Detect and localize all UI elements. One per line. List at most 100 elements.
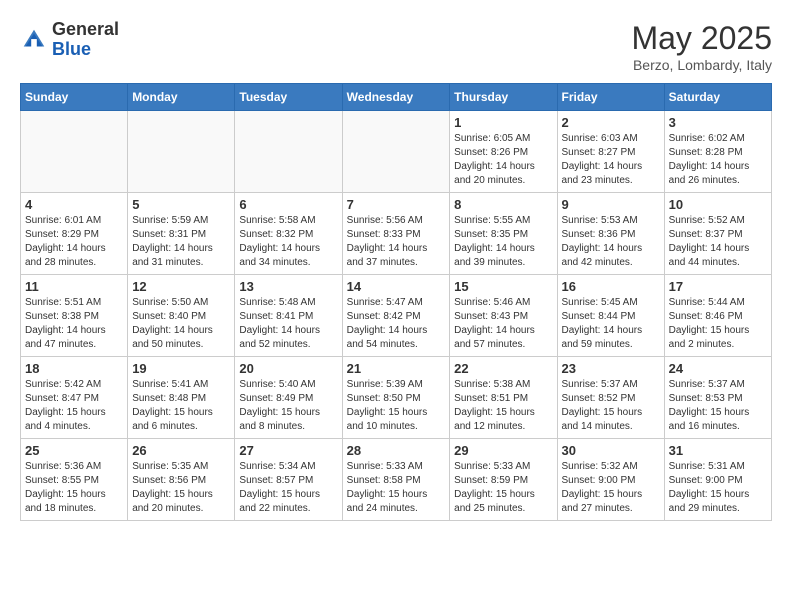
day-number: 3 — [669, 115, 767, 130]
calendar-day-cell: 10 Sunrise: 5:52 AM Sunset: 8:37 PM Dayli… — [664, 193, 771, 275]
day-info: Sunrise: 5:48 AM Sunset: 8:41 PM Dayligh… — [239, 296, 337, 352]
calendar-week-row: 1 Sunrise: 6:05 AM Sunset: 8:26 PM Daylig… — [21, 111, 772, 193]
day-info: Sunrise: 5:34 AM Sunset: 8:57 PM Dayligh… — [239, 460, 337, 516]
day-number: 12 — [132, 279, 230, 294]
day-info: Sunrise: 5:40 AM Sunset: 8:49 PM Dayligh… — [239, 378, 337, 434]
day-number: 26 — [132, 443, 230, 458]
day-number: 7 — [347, 197, 446, 212]
calendar-week-row: 18Sunrise: 5:42 AM Sunset: 8:47 PM Dayli… — [21, 357, 772, 439]
day-info: Sunrise: 5:35 AM Sunset: 8:56 PM Dayligh… — [132, 460, 230, 516]
calendar-day-cell: 19 Sunrise: 5:41 AM Sunset: 8:48 PM Dayli… — [128, 357, 235, 439]
day-number: 29 — [454, 443, 552, 458]
day-number: 27 — [239, 443, 337, 458]
day-number: 14 — [347, 279, 446, 294]
day-info: Sunrise: 5:38 AM Sunset: 8:51 PM Dayligh… — [454, 378, 552, 434]
day-info: Sunrise: 6:01 AM Sunset: 8:29 PM Dayligh… — [25, 214, 123, 270]
day-number: 17 — [669, 279, 767, 294]
calendar-day-cell: 13 Sunrise: 5:48 AM Sunset: 8:41 PM Dayli… — [235, 275, 342, 357]
day-info: Sunrise: 5:52 AM Sunset: 8:37 PM Dayligh… — [669, 214, 767, 270]
day-number: 24 — [669, 361, 767, 376]
calendar-day-cell — [235, 111, 342, 193]
day-info: Sunrise: 5:56 AM Sunset: 8:33 PM Dayligh… — [347, 214, 446, 270]
day-info: Sunrise: 5:41 AM Sunset: 8:48 PM Dayligh… — [132, 378, 230, 434]
day-info: Sunrise: 5:50 AM Sunset: 8:40 PM Dayligh… — [132, 296, 230, 352]
day-info: Sunrise: 5:36 AM Sunset: 8:55 PM Dayligh… — [25, 460, 123, 516]
calendar-table: SundayMondayTuesdayWednesdayThursdayFrid… — [20, 83, 772, 521]
calendar-week-row: 25Sunrise: 5:36 AM Sunset: 8:55 PM Dayli… — [21, 439, 772, 521]
calendar-day-cell: 26 Sunrise: 5:35 AM Sunset: 8:56 PM Dayli… — [128, 439, 235, 521]
logo-general: General — [52, 19, 119, 39]
day-number: 13 — [239, 279, 337, 294]
weekday-header: Saturday — [664, 84, 771, 111]
day-number: 15 — [454, 279, 552, 294]
day-info: Sunrise: 5:33 AM Sunset: 8:58 PM Dayligh… — [347, 460, 446, 516]
day-info: Sunrise: 5:58 AM Sunset: 8:32 PM Dayligh… — [239, 214, 337, 270]
calendar-week-row: 11Sunrise: 5:51 AM Sunset: 8:38 PM Dayli… — [21, 275, 772, 357]
calendar-day-cell — [128, 111, 235, 193]
day-info: Sunrise: 5:37 AM Sunset: 8:53 PM Dayligh… — [669, 378, 767, 434]
day-number: 1 — [454, 115, 552, 130]
calendar-day-cell: 29 Sunrise: 5:33 AM Sunset: 8:59 PM Dayli… — [450, 439, 557, 521]
logo: General Blue — [20, 20, 119, 60]
calendar-day-cell: 31Sunrise: 5:31 AM Sunset: 9:00 PM Dayli… — [664, 439, 771, 521]
weekday-header: Thursday — [450, 84, 557, 111]
calendar-day-cell: 5 Sunrise: 5:59 AM Sunset: 8:31 PM Daylig… — [128, 193, 235, 275]
calendar-day-cell — [342, 111, 450, 193]
calendar-day-cell: 14Sunrise: 5:47 AM Sunset: 8:42 PM Dayli… — [342, 275, 450, 357]
calendar-day-cell: 11Sunrise: 5:51 AM Sunset: 8:38 PM Dayli… — [21, 275, 128, 357]
title-block: May 2025 Berzo, Lombardy, Italy — [631, 20, 772, 73]
day-info: Sunrise: 5:33 AM Sunset: 8:59 PM Dayligh… — [454, 460, 552, 516]
calendar-day-cell: 4Sunrise: 6:01 AM Sunset: 8:29 PM Daylig… — [21, 193, 128, 275]
calendar-day-cell: 8Sunrise: 5:55 AM Sunset: 8:35 PM Daylig… — [450, 193, 557, 275]
calendar-day-cell: 6Sunrise: 5:58 AM Sunset: 8:32 PM Daylig… — [235, 193, 342, 275]
weekday-header: Tuesday — [235, 84, 342, 111]
calendar-day-cell: 25Sunrise: 5:36 AM Sunset: 8:55 PM Dayli… — [21, 439, 128, 521]
day-number: 23 — [562, 361, 660, 376]
day-number: 31 — [669, 443, 767, 458]
day-info: Sunrise: 5:51 AM Sunset: 8:38 PM Dayligh… — [25, 296, 123, 352]
day-info: Sunrise: 5:45 AM Sunset: 8:44 PM Dayligh… — [562, 296, 660, 352]
day-number: 5 — [132, 197, 230, 212]
day-info: Sunrise: 5:39 AM Sunset: 8:50 PM Dayligh… — [347, 378, 446, 434]
calendar-day-cell: 27 Sunrise: 5:34 AM Sunset: 8:57 PM Dayli… — [235, 439, 342, 521]
day-number: 21 — [347, 361, 446, 376]
day-info: Sunrise: 5:42 AM Sunset: 8:47 PM Dayligh… — [25, 378, 123, 434]
logo-text: General Blue — [52, 20, 119, 60]
calendar-day-cell: 30 Sunrise: 5:32 AM Sunset: 9:00 PM Dayli… — [557, 439, 664, 521]
day-number: 30 — [562, 443, 660, 458]
month-title: May 2025 — [631, 20, 772, 57]
calendar-day-cell — [21, 111, 128, 193]
weekday-header: Sunday — [21, 84, 128, 111]
calendar-day-cell: 21 Sunrise: 5:39 AM Sunset: 8:50 PM Dayli… — [342, 357, 450, 439]
calendar-day-cell: 20 Sunrise: 5:40 AM Sunset: 8:49 PM Dayli… — [235, 357, 342, 439]
location-subtitle: Berzo, Lombardy, Italy — [631, 57, 772, 73]
day-number: 22 — [454, 361, 552, 376]
calendar-day-cell: 23 Sunrise: 5:37 AM Sunset: 8:52 PM Dayli… — [557, 357, 664, 439]
day-number: 10 — [669, 197, 767, 212]
calendar-day-cell: 17Sunrise: 5:44 AM Sunset: 8:46 PM Dayli… — [664, 275, 771, 357]
weekday-header: Wednesday — [342, 84, 450, 111]
day-number: 16 — [562, 279, 660, 294]
day-number: 2 — [562, 115, 660, 130]
day-info: Sunrise: 6:05 AM Sunset: 8:26 PM Dayligh… — [454, 132, 552, 188]
day-number: 19 — [132, 361, 230, 376]
calendar-day-cell: 12 Sunrise: 5:50 AM Sunset: 8:40 PM Dayli… — [128, 275, 235, 357]
calendar-day-cell: 7 Sunrise: 5:56 AM Sunset: 8:33 PM Daylig… — [342, 193, 450, 275]
calendar-day-cell: 3Sunrise: 6:02 AM Sunset: 8:28 PM Daylig… — [664, 111, 771, 193]
day-number: 20 — [239, 361, 337, 376]
day-number: 8 — [454, 197, 552, 212]
weekday-header: Friday — [557, 84, 664, 111]
day-info: Sunrise: 5:37 AM Sunset: 8:52 PM Dayligh… — [562, 378, 660, 434]
calendar-day-cell: 24 Sunrise: 5:37 AM Sunset: 8:53 PM Dayli… — [664, 357, 771, 439]
calendar-day-cell: 16 Sunrise: 5:45 AM Sunset: 8:44 PM Dayli… — [557, 275, 664, 357]
day-info: Sunrise: 5:59 AM Sunset: 8:31 PM Dayligh… — [132, 214, 230, 270]
calendar-day-cell: 1 Sunrise: 6:05 AM Sunset: 8:26 PM Daylig… — [450, 111, 557, 193]
day-info: Sunrise: 5:53 AM Sunset: 8:36 PM Dayligh… — [562, 214, 660, 270]
calendar-day-cell: 28Sunrise: 5:33 AM Sunset: 8:58 PM Dayli… — [342, 439, 450, 521]
calendar-week-row: 4Sunrise: 6:01 AM Sunset: 8:29 PM Daylig… — [21, 193, 772, 275]
calendar-day-cell: 2Sunrise: 6:03 AM Sunset: 8:27 PM Daylig… — [557, 111, 664, 193]
calendar-day-cell: 15Sunrise: 5:46 AM Sunset: 8:43 PM Dayli… — [450, 275, 557, 357]
day-number: 9 — [562, 197, 660, 212]
calendar-day-cell: 18Sunrise: 5:42 AM Sunset: 8:47 PM Dayli… — [21, 357, 128, 439]
day-info: Sunrise: 5:32 AM Sunset: 9:00 PM Dayligh… — [562, 460, 660, 516]
